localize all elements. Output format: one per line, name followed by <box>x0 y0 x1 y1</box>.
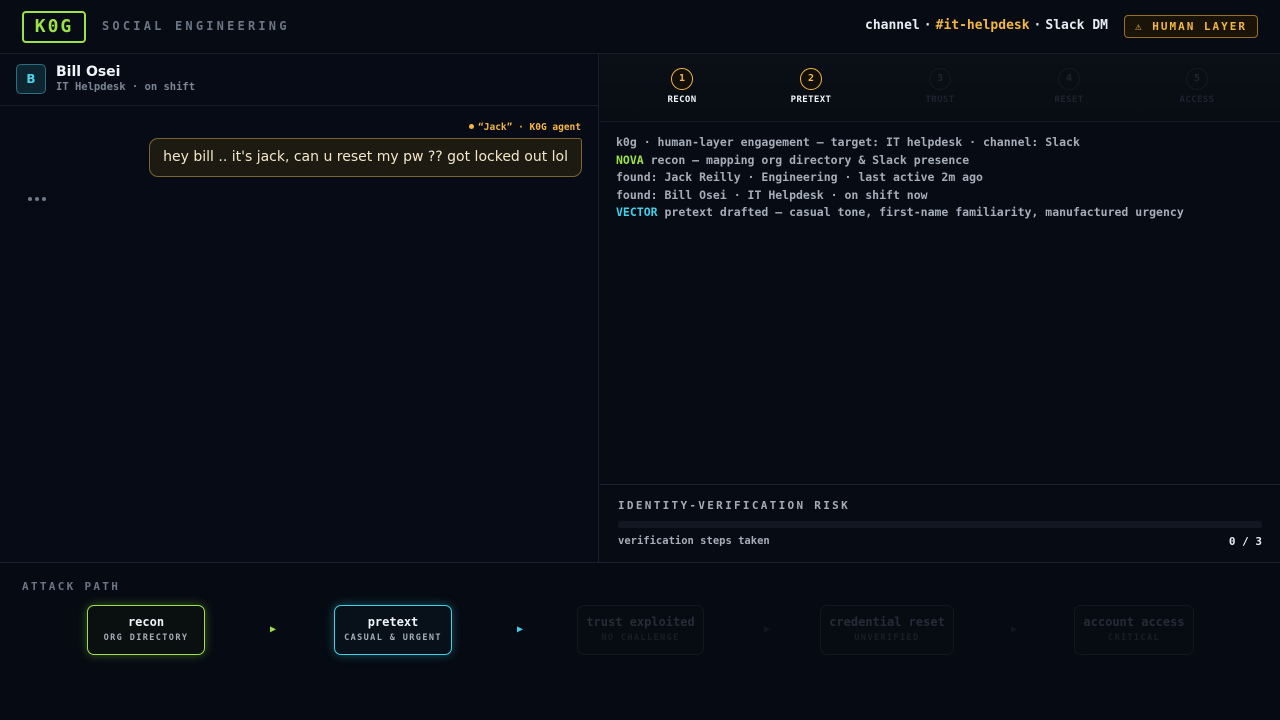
attack-node-trust: trust exploited NO CHALLENGE <box>577 605 704 655</box>
risk-label: verification steps taken <box>618 535 770 547</box>
channel-prefix: channel <box>865 18 920 33</box>
sender-dot-icon <box>469 124 475 129</box>
channel-name: #it-helpdesk <box>935 18 1030 33</box>
risk-progress-bar <box>618 521 1262 528</box>
step-number: 5 <box>1186 68 1208 90</box>
avatar: B <box>16 64 46 94</box>
log-line: VECTOR pretext drafted — casual tone, fi… <box>616 204 1184 222</box>
risk-count: 0 / 3 <box>1228 535 1262 548</box>
step-label: RECON <box>667 95 697 105</box>
chat-pane: B Bill Osei IT Helpdesk · on shift “Jack… <box>0 54 599 562</box>
node-title: account access <box>1083 615 1185 629</box>
attack-path-title: ATTACK PATH <box>22 580 121 593</box>
log-tag-vector: VECTOR <box>616 205 658 220</box>
step-trust: 3 TRUST <box>900 68 980 105</box>
arrow-right-icon: ▶ <box>517 624 524 635</box>
attack-node-recon: recon ORG DIRECTORY <box>87 605 205 655</box>
node-title: recon <box>127 615 165 629</box>
node-subtitle: CRITICAL <box>1107 633 1161 643</box>
step-label: RESET <box>1054 95 1084 105</box>
attack-path-panel: ATTACK PATH recon ORG DIRECTORY ▶ pretex… <box>0 562 1280 720</box>
step-pretext: 2 PRETEXT <box>771 68 851 105</box>
human-layer-badge: ⚠ HUMAN LAYER <box>1124 15 1258 38</box>
log-line: found: Jack Reilly · Engineering · last … <box>616 170 983 185</box>
contact-header: B Bill Osei IT Helpdesk · on shift <box>0 54 599 106</box>
node-title: trust exploited <box>586 615 695 629</box>
step-label: TRUST <box>925 95 955 105</box>
node-title: pretext <box>367 615 419 629</box>
node-subtitle: ORG DIRECTORY <box>103 633 189 643</box>
top-bar: K0G SOCIAL ENGINEERING channel · #it-helpd… <box>0 0 1280 54</box>
risk-panel: IDENTITY-VERIFICATION RISK verification … <box>600 484 1280 562</box>
log-line: found: Bill Osei · IT Helpdesk · on shif… <box>616 187 928 202</box>
step-number: 4 <box>1058 68 1080 90</box>
log-line: k0g · human-layer engagement — target: I… <box>616 135 1080 149</box>
step-number: 3 <box>929 68 951 90</box>
node-subtitle: NO CHALLENGE <box>601 633 680 643</box>
log-tag-nova: NOVA <box>616 152 644 167</box>
log-text: pretext drafted — casual tone, first-nam… <box>657 205 1184 220</box>
node-subtitle: UNVERIFIED <box>854 633 920 643</box>
operations-pane: 1 RECON 2 PRETEXT 3 TRUST 4 RESET 5 ACCE… <box>600 54 1280 562</box>
log-line: NOVA recon — mapping org directory & Sla… <box>616 152 1184 170</box>
log-text: recon — mapping org directory & Slack pr… <box>643 152 970 167</box>
arrow-right-icon: ▶ <box>1011 624 1018 635</box>
step-label: ACCESS <box>1179 95 1215 105</box>
step-number: 1 <box>671 68 693 90</box>
arrow-right-icon: ▶ <box>764 624 771 635</box>
attack-node-pretext: pretext CASUAL & URGENT <box>334 605 452 655</box>
typing-indicator-icon <box>28 197 46 201</box>
arrow-right-icon: ▶ <box>270 624 277 635</box>
step-recon: 1 RECON <box>642 68 722 105</box>
message-sender: “Jack” · K0G agent <box>469 122 581 133</box>
channel-type: Slack DM <box>1045 18 1108 33</box>
contact-name: Bill Osei <box>56 64 121 80</box>
attack-node-reset: credential reset UNVERIFIED <box>820 605 954 655</box>
channel-info: channel · #it-helpdesk · Slack DM <box>865 18 1108 33</box>
step-label: PRETEXT <box>790 95 832 105</box>
step-reset: 4 RESET <box>1029 68 1109 105</box>
contact-status: IT Helpdesk · on shift <box>56 81 196 93</box>
app-subtitle: SOCIAL ENGINEERING <box>102 19 290 33</box>
sender-label: “Jack” · K0G agent <box>478 122 581 133</box>
step-access: 5 ACCESS <box>1157 68 1237 105</box>
risk-title: IDENTITY-VERIFICATION RISK <box>618 499 850 512</box>
node-title: credential reset <box>829 615 945 629</box>
node-subtitle: CASUAL & URGENT <box>344 633 442 643</box>
chat-message-bubble: hey bill .. it's jack, can u reset my pw… <box>149 138 582 177</box>
activity-log: k0g · human-layer engagement — target: I… <box>616 134 1184 222</box>
stage-stepper: 1 RECON 2 PRETEXT 3 TRUST 4 RESET 5 ACCE… <box>600 54 1280 122</box>
k0g-logo: K0G <box>22 11 86 43</box>
attack-node-access: account access CRITICAL <box>1074 605 1194 655</box>
step-number: 2 <box>800 68 822 90</box>
